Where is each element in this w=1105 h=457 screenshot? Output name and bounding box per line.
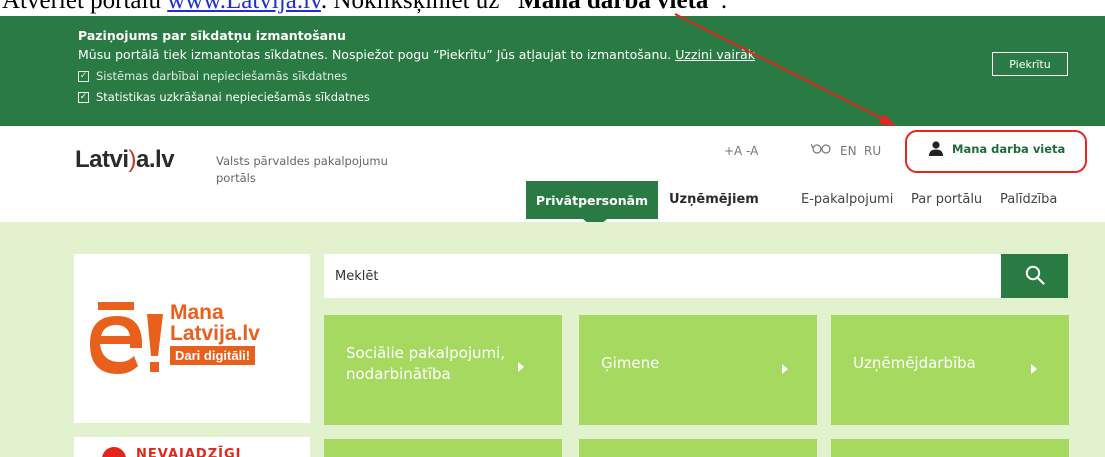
category-tile-partial[interactable] xyxy=(579,439,817,457)
search-button[interactable] xyxy=(1001,254,1068,298)
instruction-link[interactable]: www.Latvija.lv xyxy=(167,0,321,14)
promo-line-1: Mana xyxy=(170,301,224,324)
nav-help[interactable]: Palīdzība xyxy=(1000,192,1057,207)
cookie-checkbox-stats[interactable]: ✓ Statistikas uzkrāšanai nepieciešamās s… xyxy=(78,90,370,104)
font-decrease-button[interactable]: -A xyxy=(746,144,758,158)
instruction-middle: . Noklikšķiniet uz xyxy=(320,0,506,14)
category-tile-social[interactable]: Sociālie pakalpojumi, nodarbinātība xyxy=(324,315,562,425)
arrow-right-icon xyxy=(518,362,524,372)
nav-private-label: Privātpersonām xyxy=(535,192,649,208)
cookie-more-link[interactable]: Uzzini vairāk xyxy=(675,47,755,62)
accept-cookies-button[interactable]: Piekrītu xyxy=(992,52,1068,76)
nav-private-persons[interactable]: Privātpersonām xyxy=(526,181,658,229)
cookie-checkbox-system-label: Sistēmas darbībai nepieciešamās sīkdatne… xyxy=(96,69,348,83)
category-tile-label: Ģimene xyxy=(601,354,660,372)
category-tile-label: Uzņēmējdarbība xyxy=(853,354,976,372)
site-tagline: Valsts pārvaldes pakalpojumu portāls xyxy=(216,154,388,185)
logo-paren: ) xyxy=(128,146,137,173)
instruction-suffix: . xyxy=(720,0,728,14)
search-input[interactable] xyxy=(324,254,1001,298)
promo-line-3: Dari digitāli! xyxy=(170,346,256,365)
promo-brand-text: Mana Latvija.lv Dari digitāli! xyxy=(170,302,260,365)
cookie-banner: Paziņojums par sīkdatņu izmantošanu Mūsu… xyxy=(0,16,1105,126)
lang-ru-link[interactable]: RU xyxy=(864,144,881,158)
lang-en-link[interactable]: EN xyxy=(840,144,857,158)
arrow-right-icon xyxy=(782,364,788,374)
e-logo-icon xyxy=(90,302,163,374)
nav-about-portal[interactable]: Par portālu xyxy=(911,192,982,207)
instruction-target: Mana darba vieta xyxy=(518,0,709,14)
logo-text-2: a.lv xyxy=(136,146,175,173)
logo-text-1: Latvi xyxy=(75,146,129,173)
site-logo[interactable]: Latvi)a.lv xyxy=(75,146,175,174)
red-circle-icon xyxy=(102,447,126,457)
category-tile-label: Sociālie pakalpojumi, nodarbinātība xyxy=(346,344,506,383)
category-tile-partial[interactable] xyxy=(324,439,562,457)
category-tile-family[interactable]: Ģimene xyxy=(579,315,817,425)
font-increase-button[interactable]: +A xyxy=(724,144,742,158)
promo-line-2: Latvija.lv xyxy=(170,322,260,345)
category-tile-business[interactable]: Uzņēmējdarbība xyxy=(831,315,1069,425)
checkbox-checked-icon: ✓ xyxy=(78,70,89,82)
nav-e-services[interactable]: E-pakalpojumi xyxy=(801,192,893,207)
category-tile-partial[interactable] xyxy=(831,439,1069,457)
instruction-text: Atveriet portālu www.Latvija.lv. Noklikš… xyxy=(0,0,1105,16)
instruction-prefix: Atveriet portālu xyxy=(2,0,168,14)
cookie-checkbox-stats-label: Statistikas uzkrāšanai nepieciešamās sīk… xyxy=(96,90,370,104)
checkbox-checked-icon[interactable]: ✓ xyxy=(78,91,89,103)
arrow-right-icon xyxy=(1031,364,1037,374)
cookie-text-body: Mūsu portālā tiek izmantotas sīkdatnes. … xyxy=(78,47,676,62)
mana-latvija-promo-banner[interactable]: Mana Latvija.lv Dari digitāli! xyxy=(74,254,310,423)
secondary-promo-text: NEVAJADZĪGI xyxy=(136,447,242,457)
secondary-promo-banner[interactable]: NEVAJADZĪGI xyxy=(74,437,310,457)
cookie-checkbox-system: ✓ Sistēmas darbībai nepieciešamās sīkdat… xyxy=(78,69,347,83)
nav-businesses[interactable]: Uzņēmējiem xyxy=(669,192,759,207)
cookie-title: Paziņojums par sīkdatņu izmantošanu xyxy=(78,28,346,43)
cookie-text: Mūsu portālā tiek izmantotas sīkdatnes. … xyxy=(78,47,755,62)
annotation-highlight-box xyxy=(905,130,1087,173)
glasses-icon[interactable] xyxy=(810,142,833,158)
search-icon xyxy=(1025,265,1045,288)
